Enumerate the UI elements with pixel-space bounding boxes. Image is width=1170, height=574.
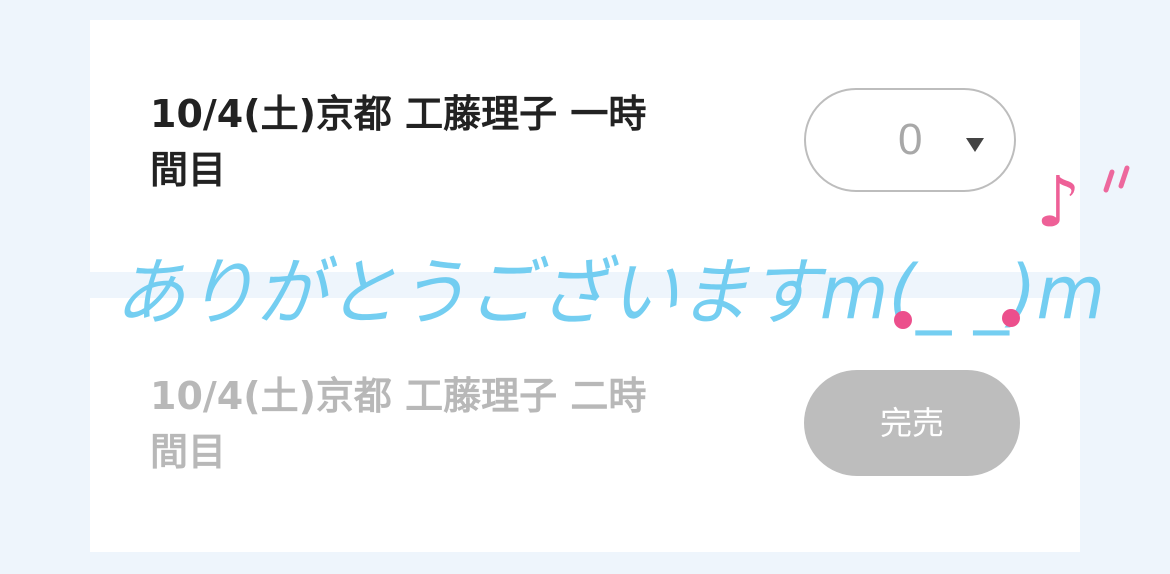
ticket-title-line-1: 10/4(土)京都 工藤理子 一時 (150, 92, 647, 136)
ticket-title-session-1: 10/4(土)京都 工藤理子 一時 間目 (150, 86, 730, 198)
ticket-title-session-2: 10/4(土)京都 工藤理子 二時 間目 (150, 368, 730, 480)
ticket-title-line-2: 間目 (150, 148, 227, 192)
ticket-title-line-1: 10/4(土)京都 工藤理子 二時 (150, 374, 647, 418)
caret-down-icon (966, 138, 984, 152)
sold-out-button: 完売 (804, 370, 1020, 476)
row-divider (0, 272, 1170, 298)
quantity-select[interactable]: 0 (804, 88, 1016, 192)
sparkle-marks (1103, 165, 1130, 193)
ticket-title-line-2: 間目 (150, 430, 227, 474)
quantity-value: 0 (898, 115, 923, 164)
